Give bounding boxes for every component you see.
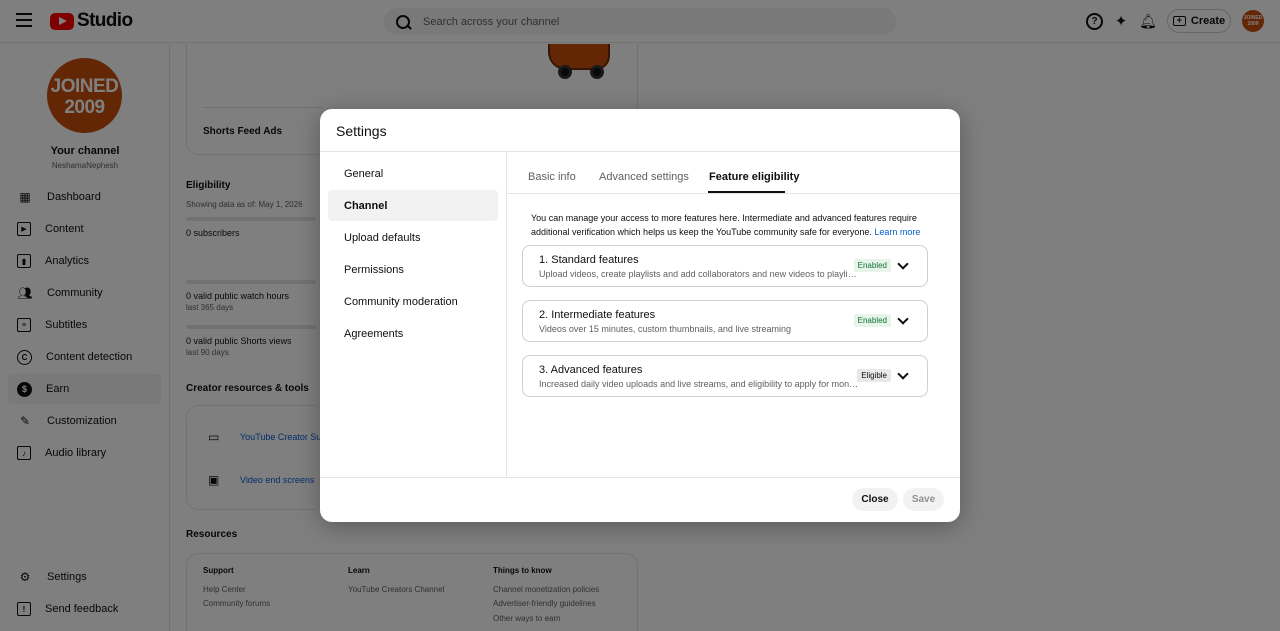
feature-intermediate[interactable]: 2. Intermediate features Videos over 15 …	[522, 300, 928, 342]
settings-nav-community-moderation[interactable]: Community moderation	[328, 286, 498, 317]
status-badge: Enabled	[853, 259, 891, 272]
settings-nav-general[interactable]: General	[328, 158, 498, 189]
status-badge: Eligible	[857, 369, 891, 382]
close-button[interactable]: Close	[852, 488, 898, 511]
save-button[interactable]: Save	[903, 488, 944, 511]
tab-basic-info[interactable]: Basic info	[528, 171, 576, 183]
feature-eligibility-intro: You can manage your access to more featu…	[531, 213, 921, 237]
feature-title: 2. Intermediate features	[539, 309, 656, 321]
feature-description: Increased daily video uploads and live s…	[539, 379, 859, 389]
settings-nav-agreements[interactable]: Agreements	[328, 318, 498, 349]
feature-description: Upload videos, create playlists and add …	[539, 269, 859, 279]
feature-title: 1. Standard features	[539, 254, 639, 266]
chevron-down-icon[interactable]	[897, 368, 909, 380]
chevron-down-icon[interactable]	[897, 258, 909, 270]
learn-more-link[interactable]: Learn more	[874, 227, 920, 237]
divider	[507, 193, 960, 194]
dialog-title: Settings	[336, 123, 387, 139]
feature-description: Videos over 15 minutes, custom thumbnail…	[539, 324, 791, 334]
settings-nav-upload-defaults[interactable]: Upload defaults	[328, 222, 498, 253]
status-badge: Enabled	[853, 314, 891, 327]
chevron-down-icon[interactable]	[897, 313, 909, 325]
divider	[320, 477, 960, 478]
feature-standard[interactable]: 1. Standard features Upload videos, crea…	[522, 245, 928, 287]
feature-title: 3. Advanced features	[539, 364, 643, 376]
tab-advanced-settings[interactable]: Advanced settings	[599, 171, 689, 183]
settings-dialog: Settings General Channel Upload defaults…	[320, 109, 960, 522]
settings-nav-channel[interactable]: Channel	[328, 190, 498, 221]
settings-nav-permissions[interactable]: Permissions	[328, 254, 498, 285]
feature-advanced[interactable]: 3. Advanced features Increased daily vid…	[522, 355, 928, 397]
tab-feature-eligibility[interactable]: Feature eligibility	[709, 171, 799, 183]
settings-nav: General Channel Upload defaults Permissi…	[320, 152, 507, 477]
